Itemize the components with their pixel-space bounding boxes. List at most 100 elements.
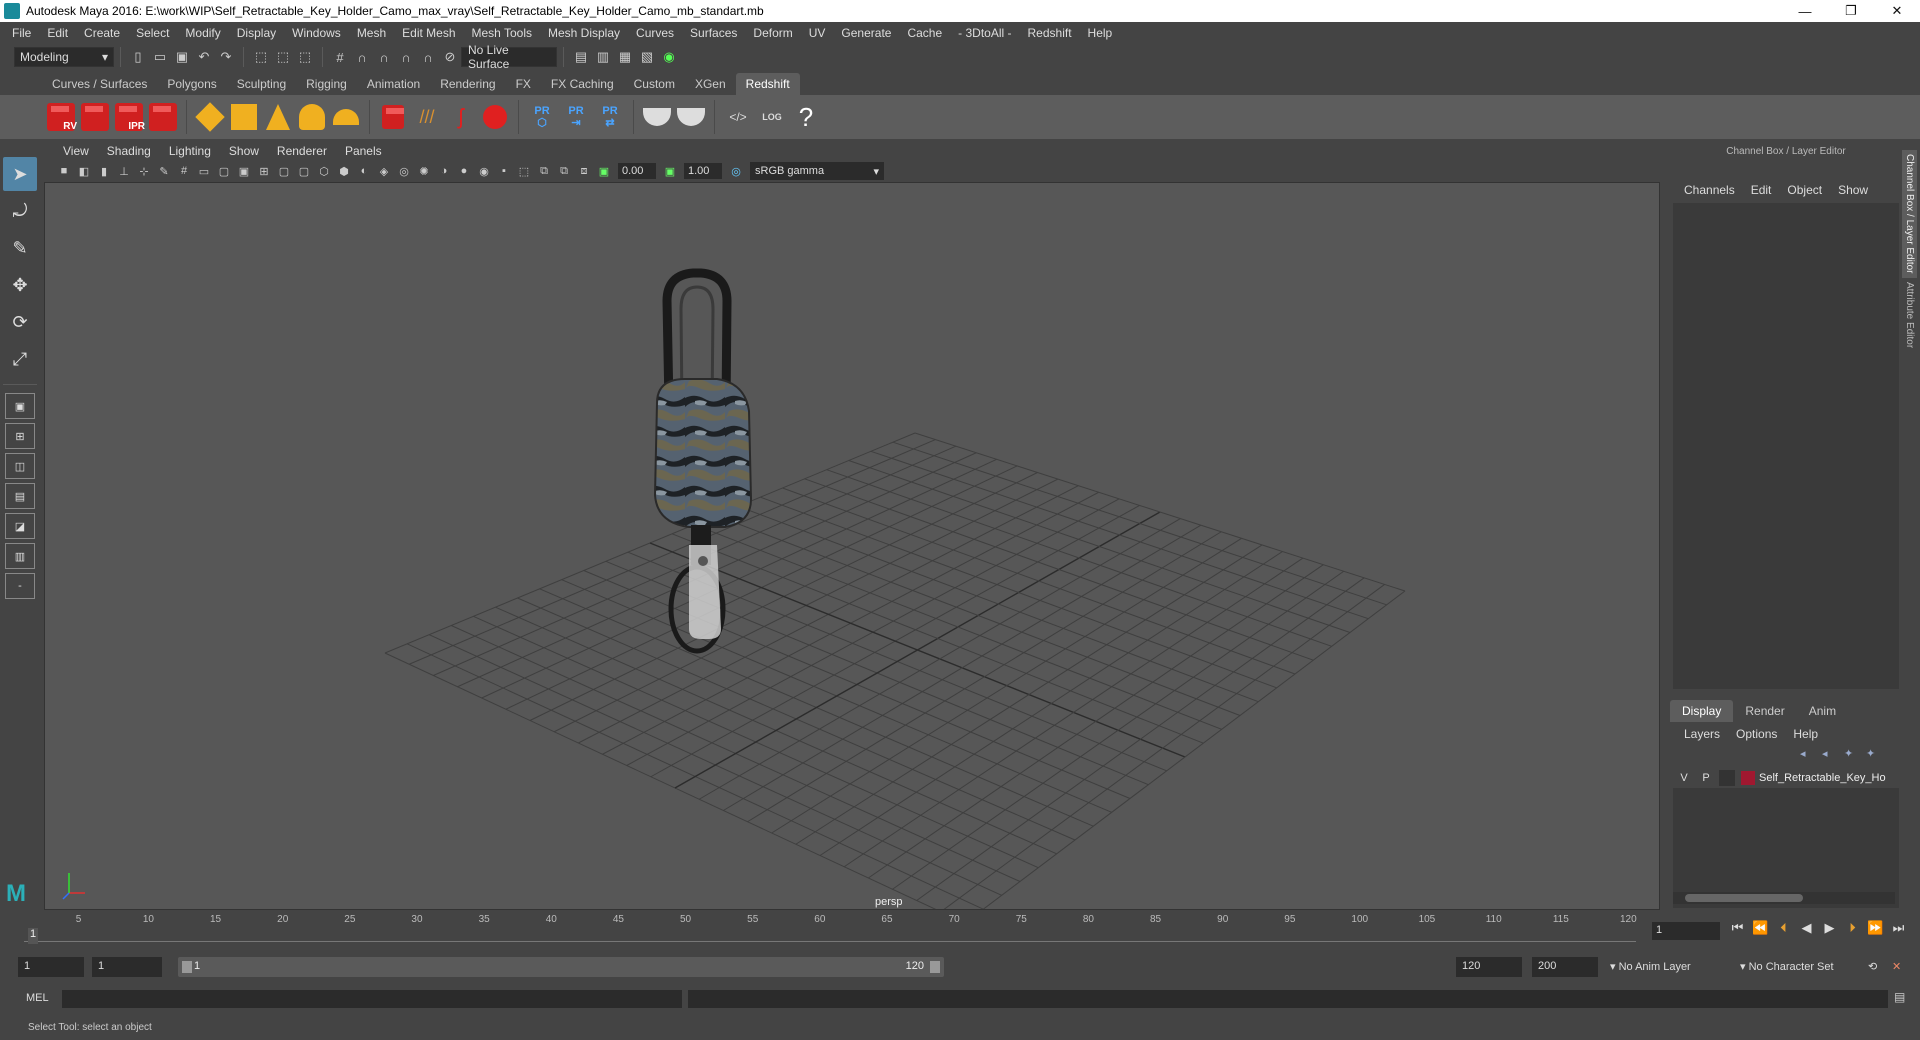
tab-channel-box-layer-editor[interactable]: Channel Box / Layer Editor [1902, 150, 1917, 278]
layer-row[interactable]: V P Self_Retractable_Key_Ho [1673, 768, 1899, 788]
step-back-key-icon[interactable]: ⏴ [1772, 920, 1795, 936]
redshift-log-icon[interactable]: LOG [757, 100, 787, 134]
grid-toggle-icon[interactable]: # [175, 162, 193, 180]
select-tool-icon[interactable]: ➤ [3, 157, 37, 191]
snap-curve-icon[interactable]: ∩ [353, 48, 371, 66]
viewport-menu-lighting[interactable]: Lighting [160, 144, 220, 158]
render-current-icon[interactable]: ▥ [594, 48, 612, 66]
move-tool-icon[interactable]: ✥ [3, 268, 37, 302]
step-forward-icon[interactable]: ⏩ [1864, 920, 1887, 936]
textured-icon[interactable]: ◎ [395, 162, 413, 180]
menu-modify[interactable]: Modify [177, 26, 228, 40]
tab-render[interactable]: Render [1733, 700, 1796, 722]
color-management-icon[interactable]: ◎ [727, 162, 745, 180]
snap-surface-icon[interactable]: ∩ [419, 48, 437, 66]
redshift-render-view-icon[interactable]: RV [46, 100, 77, 134]
redshift-settings-icon[interactable] [148, 100, 178, 134]
menu-mesh-display[interactable]: Mesh Display [540, 26, 628, 40]
layer-playback-toggle[interactable]: P [1695, 772, 1717, 784]
default-material-icon[interactable]: ◐ [355, 162, 373, 180]
channel-box-menu-channels[interactable]: Channels [1676, 183, 1743, 197]
animation-prefs-icon[interactable]: ✕ [1886, 957, 1907, 977]
tab-attribute-editor[interactable]: Attribute Editor [1902, 278, 1917, 352]
redshift-material-assign-icon[interactable] [676, 100, 706, 134]
layer-hscrollbar[interactable] [1673, 892, 1895, 904]
play-backward-icon[interactable]: ◀ [1795, 920, 1818, 936]
range-end-handle[interactable] [930, 961, 940, 973]
layer-name[interactable]: Self_Retractable_Key_Ho [1759, 772, 1889, 784]
minimize-button[interactable]: — [1782, 0, 1828, 22]
tab-rendering[interactable]: Rendering [430, 73, 506, 95]
viewport-menu-show[interactable]: Show [220, 144, 268, 158]
close-button[interactable]: ✕ [1874, 0, 1920, 22]
grease-pencil-icon[interactable]: ✎ [155, 162, 173, 180]
play-forward-icon[interactable]: ▶ [1818, 920, 1841, 936]
scroll-thumb[interactable] [1685, 894, 1803, 902]
redshift-spot-light-icon[interactable] [263, 100, 293, 134]
tab-redshift[interactable]: Redshift [735, 73, 800, 95]
tab-fx-caching[interactable]: FX Caching [540, 73, 624, 95]
menu-surfaces[interactable]: Surfaces [682, 26, 745, 40]
redshift-curve-icon[interactable]: ʃ [446, 100, 476, 134]
bookmark-icon[interactable]: ▮ [95, 162, 113, 180]
layer-display-type[interactable] [1719, 770, 1735, 786]
single-view-layout-icon[interactable]: ▣ [5, 393, 35, 419]
undo-icon[interactable]: ↶ [195, 48, 213, 66]
command-input[interactable] [62, 990, 682, 1008]
channel-box-menu-edit[interactable]: Edit [1743, 183, 1780, 197]
outliner-layout-icon[interactable]: ▤ [5, 483, 35, 509]
restore-button[interactable]: ❐ [1828, 0, 1874, 22]
redshift-sphere-icon[interactable] [480, 100, 510, 134]
lasso-tool-icon[interactable]: ⤾ [3, 194, 37, 228]
toolbox-collapse-icon[interactable]: - [5, 573, 35, 599]
current-frame-field[interactable]: 1 [1652, 922, 1720, 940]
resolution-gate-icon[interactable]: ▢ [215, 162, 233, 180]
xray-components-icon[interactable]: ⧈ [575, 162, 593, 180]
shadows-icon[interactable]: ◑ [435, 162, 453, 180]
multisample-aa-icon[interactable]: ▪ [495, 162, 513, 180]
layer-menu-options[interactable]: Options [1728, 727, 1785, 741]
tab-fx[interactable]: FX [505, 73, 541, 95]
motion-blur-icon[interactable]: ◉ [475, 162, 493, 180]
two-d-pan-icon[interactable]: ⊹ [135, 162, 153, 180]
animation-start-field[interactable]: 1 [18, 957, 84, 977]
layer-menu-layers[interactable]: Layers [1676, 727, 1728, 741]
menu-generate[interactable]: Generate [833, 26, 899, 40]
menu-redshift[interactable]: Redshift [1020, 26, 1080, 40]
tab-anim[interactable]: Anim [1797, 700, 1848, 722]
channel-box-menu-show[interactable]: Show [1830, 183, 1876, 197]
safe-action-icon[interactable]: ▢ [275, 162, 293, 180]
step-back-icon[interactable]: ⏪ [1749, 920, 1772, 936]
new-layer-selected-icon[interactable]: ✦ [1866, 747, 1888, 760]
scale-tool-icon[interactable]: ⤢ [3, 342, 37, 376]
current-frame-marker[interactable]: 1 [28, 928, 38, 944]
menu-mesh[interactable]: Mesh [349, 26, 394, 40]
wireframe-icon[interactable]: ⬡ [315, 162, 333, 180]
film-gate-icon[interactable]: ▭ [195, 162, 213, 180]
character-set-dropdown[interactable]: ▾ No Character Set [1734, 957, 1874, 977]
auto-key-icon[interactable]: ⟲ [1862, 957, 1883, 977]
viewport-menu-panels[interactable]: Panels [336, 144, 391, 158]
animation-end-field[interactable]: 200 [1532, 957, 1598, 977]
move-layer-down-icon[interactable]: ◂ [1822, 747, 1844, 760]
viewport-menu-view[interactable]: View [54, 144, 98, 158]
image-plane-icon[interactable]: ⊥ [115, 162, 133, 180]
viewport-3d[interactable]: persp [44, 182, 1660, 910]
menu-windows[interactable]: Windows [284, 26, 349, 40]
menu-deform[interactable]: Deform [745, 26, 800, 40]
snap-grid-icon[interactable]: # [331, 48, 349, 66]
redshift-pr-swap-icon[interactable]: PR ⇄ [595, 100, 625, 134]
select-object-icon[interactable]: ⬚ [274, 48, 292, 66]
redshift-script-icon[interactable]: </> [723, 100, 753, 134]
redshift-dome-light-icon[interactable] [297, 100, 327, 134]
use-all-lights-icon[interactable]: ✺ [415, 162, 433, 180]
layer-color-swatch[interactable] [1741, 771, 1755, 785]
viewport-menu-renderer[interactable]: Renderer [268, 144, 336, 158]
redshift-pr-object-icon[interactable]: PR ⬡ [527, 100, 557, 134]
render-settings-icon[interactable]: ▤ [572, 48, 590, 66]
anim-layer-dropdown[interactable]: ▾ No Anim Layer [1604, 957, 1740, 977]
redshift-sun-icon[interactable] [331, 100, 361, 134]
redshift-light-icon[interactable] [195, 100, 225, 134]
menu-create[interactable]: Create [76, 26, 128, 40]
menu-mesh-tools[interactable]: Mesh Tools [464, 26, 540, 40]
